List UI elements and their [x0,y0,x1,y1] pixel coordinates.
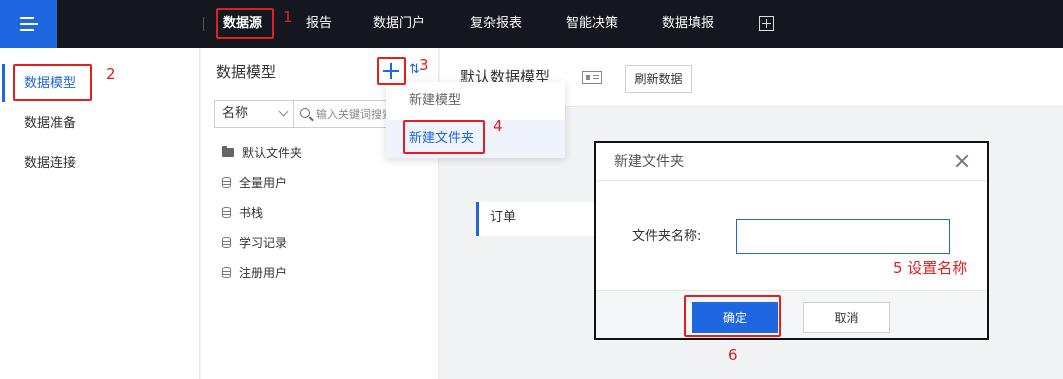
search-box [294,100,394,128]
top-navigation-bar: 数据源 报告 数据门户 复杂报表 智能决策 数据填报 [0,0,1063,48]
search-input[interactable] [316,105,392,123]
annotation-box-1 [216,8,274,39]
folder-name-label: 文件夹名称: [632,229,702,244]
dialog-footer [596,290,987,338]
filter-select[interactable]: 名称 [214,100,294,128]
tree-item[interactable]: 书栈 [222,202,263,222]
filter-select-value: 名称 [222,106,249,121]
tree-item-label: 学习记录 [239,235,288,250]
panel-title: 数据模型 [216,63,277,81]
menu-toggle-button[interactable] [0,0,57,48]
chevron-down-icon [278,106,289,117]
annotation-box-3 [377,57,406,85]
annotation-box-6 [684,295,781,337]
tree-item-label: 书栈 [239,205,264,220]
id-card-icon[interactable] [582,71,602,84]
dialog-title: 新建文件夹 [614,154,684,170]
close-icon[interactable] [954,153,970,169]
nav-item-data-fill[interactable]: 数据填报 [662,14,714,34]
nav-item-data-portal[interactable]: 数据门户 [373,14,425,34]
tree-item[interactable]: 学习记录 [222,232,287,252]
new-folder-dialog: 新建文件夹 文件夹名称: 确定 取消 [594,141,989,340]
annotation-label-5: 5 设置名称 [893,259,968,277]
database-icon [222,206,231,218]
nav-item-report[interactable]: 报告 [306,14,332,34]
tree-item[interactable]: 全量用户 [222,172,287,192]
sidebar-active-indicator [2,64,5,102]
database-icon [222,176,231,188]
dialog-divider [596,180,987,181]
tree-item-label: 注册用户 [239,265,288,280]
annotation-number-2: 2 [106,65,116,83]
refresh-data-button[interactable]: 刷新数据 [625,65,692,93]
add-tab-icon[interactable] [759,16,774,31]
tree-item[interactable]: 注册用户 [222,262,287,282]
annotation-box-2 [13,64,92,101]
table-card-order[interactable]: 订单 [476,202,594,236]
annotation-number-6: 6 [728,346,738,364]
cancel-button[interactable]: 取消 [803,302,890,333]
annotation-box-4 [403,120,485,154]
nav-divider [203,17,204,31]
database-icon [222,236,231,248]
folder-name-input[interactable] [736,219,950,254]
nav-item-smart-decision[interactable]: 智能决策 [566,14,618,34]
database-icon [222,266,231,278]
tree-item-label: 全量用户 [239,175,288,190]
sidebar-item-data-connection[interactable]: 数据连接 [24,154,76,174]
annotation-number-1: 1 [283,8,293,26]
hamburger-menu-icon [19,17,38,31]
table-card-label: 订单 [490,210,517,225]
search-icon [300,108,310,118]
menu-item-new-model[interactable]: 新建模型 [386,82,565,120]
sidebar-item-data-prep[interactable]: 数据准备 [24,114,76,134]
tree-item-label: 默认文件夹 [242,145,303,160]
annotation-number-4: 4 [493,117,503,135]
annotation-number-3: 3 [419,56,429,74]
tree-item-default-folder[interactable]: 默认文件夹 [222,142,302,162]
nav-item-complex-report[interactable]: 复杂报表 [470,14,522,34]
folder-icon [222,145,234,157]
